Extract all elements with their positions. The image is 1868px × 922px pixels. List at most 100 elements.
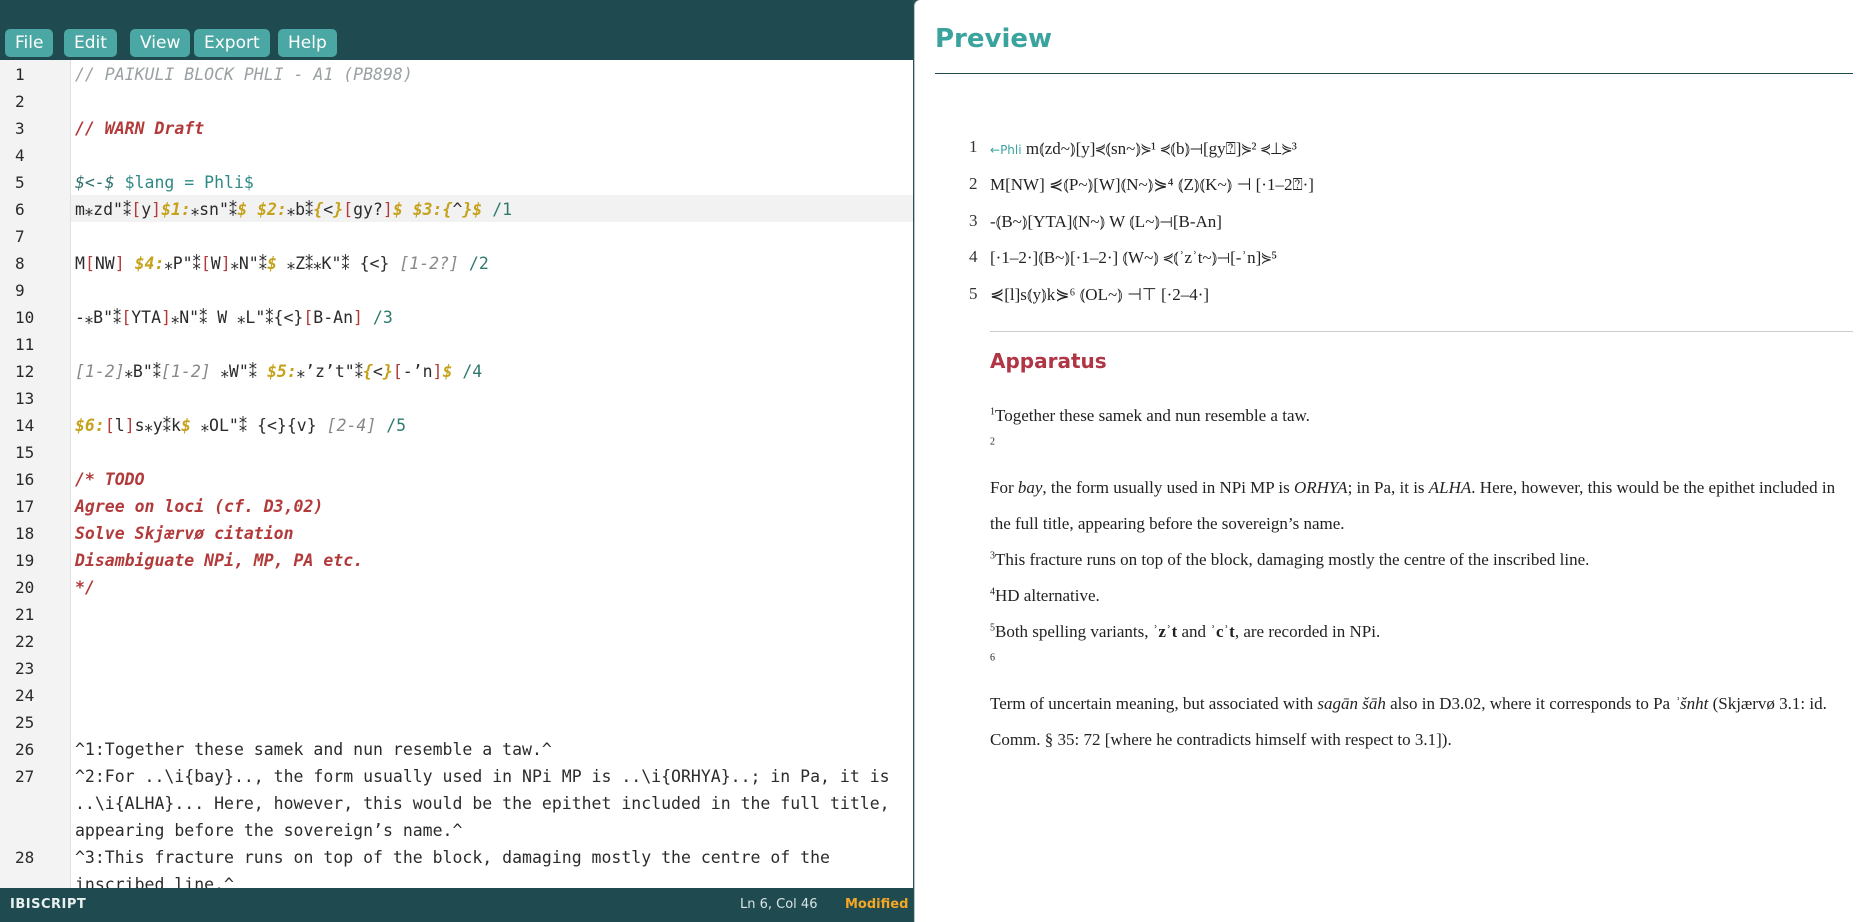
menu-view[interactable]: View: [130, 29, 191, 57]
code-line-6: m⁎zd"⁑[y]$1:⁎sn"⁑$ $2:⁎b⁑{<}[gy?]$ $3:{^…: [75, 200, 513, 219]
text-line-1: ←Phli m⦅zd~⦆[y]⋞⦅sn~⦆⋟¹ ⋞⦅b⦆⊣[gy⍰]⋟² ⋞⊥⋟…: [990, 139, 1297, 159]
code-line-5: $<-$ $lang = Phli$: [75, 169, 905, 196]
line-number: 9: [15, 281, 25, 300]
lang-tag: Phli: [1000, 143, 1022, 157]
line-number: 24: [15, 686, 35, 705]
code-line-12: [1-2]⁎B"⁑[1-2] ⁎W"⁑ $5:⁎’z’t"⁑{<}[-’n]$ …: [75, 362, 483, 381]
apparatus-note-6: Term of uncertain meaning, but associate…: [990, 686, 1853, 758]
line-number: 13: [15, 389, 35, 408]
text-line-3: -⦅B~⦆[YTA]⦅N~⦆ W ⦅L~⦆⊣[B-An]: [990, 212, 1222, 231]
apparatus-note-4: 4HD alternative.: [990, 578, 1853, 614]
code-line-16: /* TODO: [75, 470, 145, 489]
preview-title: Preview: [935, 24, 1053, 54]
code-token: $lang = Phli$: [114, 173, 254, 192]
arrow-left-icon: ←: [990, 143, 1001, 157]
cursor-position: Ln 6, Col 46: [740, 897, 818, 912]
line-number: 1: [15, 65, 25, 84]
text-line-content: m⦅zd~⦆[y]⋞⦅sn~⦆⋟¹ ⋞⦅b⦆⊣[gy⍰]⋟² ⋞⊥⋟³: [1025, 139, 1297, 158]
menu-help[interactable]: Help: [278, 29, 337, 57]
note-marker: 6: [990, 652, 995, 664]
line-number: 16: [15, 470, 35, 489]
line-number: 22: [15, 632, 35, 651]
line-number: 17: [15, 497, 35, 516]
note-text: ; in Pa, it is: [1347, 478, 1429, 497]
apparatus-heading: Apparatus: [990, 349, 1107, 373]
line-number: 3: [15, 119, 25, 138]
apparatus-note-3: 3This fracture runs on top of the block,…: [990, 542, 1853, 578]
menu-bar: File Edit View Export Help: [0, 0, 913, 61]
note-text: This fracture runs on top of the block, …: [995, 550, 1590, 569]
divider: [990, 331, 1853, 332]
line-number: 4: [15, 146, 25, 165]
line-number: 8: [15, 254, 25, 273]
code-line-20: */: [75, 578, 95, 597]
apparatus-note-6-marker: 6: [990, 644, 1853, 680]
note-term: ALHA: [1428, 478, 1472, 497]
line-number: 11: [15, 335, 35, 354]
line-number: 23: [15, 659, 35, 678]
code-line-8: M[NW] $4:⁎P"⁑[W]⁎N"⁑$ ⁎Z⁑⁎K"⁑ {<} [1-2?]…: [75, 254, 489, 273]
line-number: 10: [15, 308, 35, 327]
line-number: 15: [15, 443, 35, 462]
preview-pane: Preview 1 ←Phli m⦅zd~⦆[y]⋞⦅sn~⦆⋟¹ ⋞⦅b⦆⊣[…: [914, 0, 1868, 922]
note-text: and: [1177, 622, 1211, 641]
line-number: 18: [15, 524, 35, 543]
editor-pane: File Edit View Export Help 1 2 3 4 5 6 7…: [0, 0, 913, 922]
note-term: sagān šāh: [1317, 694, 1386, 713]
line-number: 7: [15, 227, 25, 246]
status-bar: IBISCRIPT Ln 6, Col 46 Modified: [0, 888, 913, 922]
menu-export[interactable]: Export: [194, 29, 270, 57]
code-editor[interactable]: 1 2 3 4 5 6 7 8 9 10 11 12 13 14 15 16 1…: [0, 60, 913, 888]
code-line-14: $6:[l]s⁎y⁑k$ ⁎OL"⁑ {<}{v} [2-4] /5: [75, 416, 407, 435]
app-name: IBISCRIPT: [10, 897, 87, 912]
text-line-number: 4: [969, 247, 978, 266]
text-line-5: ⋞[l]s⦅y⦆k⋟⁶ ⦅OL~⦆ ⊣⊤ [·2–4·]: [990, 285, 1210, 304]
text-line-2: M[NW] ⋞⦅P~⦆[W]⦅N~⦆⋟⁴ ⦅Z⦆⦅K~⦆ ⊣ [·1–2⍰·]: [990, 175, 1314, 194]
note-text: , the form usually used in NPi MP is: [1042, 478, 1294, 497]
code-line-1: // PAIKULI BLOCK PHLI - A1 (PB898): [75, 65, 413, 84]
divider: [935, 73, 1853, 74]
note-text: For: [990, 478, 1018, 497]
code-line-26: ^1:Together these samek and nun resemble…: [75, 740, 552, 759]
code-line-18: Solve Skjærvø citation: [75, 524, 294, 543]
menu-file[interactable]: File: [5, 29, 54, 57]
line-number: 5: [15, 173, 25, 192]
line-number: 26: [15, 740, 35, 759]
note-term: ʾzʾt: [1152, 622, 1178, 641]
note-text: HD alternative.: [995, 586, 1100, 605]
line-number: 14: [15, 416, 35, 435]
line-number: 28: [15, 848, 35, 867]
line-number: 27: [15, 767, 35, 786]
note-text: Together these samek and nun resemble a …: [995, 406, 1310, 425]
code-line-19: Disambiguate NPi, MP, PA etc.: [75, 551, 364, 570]
code-line-3: // WARN Draft: [75, 119, 205, 138]
modified-indicator: Modified: [845, 897, 909, 912]
line-number: 6: [15, 200, 25, 219]
text-line-number: 1: [969, 137, 978, 156]
apparatus-note-2-marker: 2: [990, 428, 1853, 464]
line-number: 20: [15, 578, 35, 597]
text-line-number: 5: [969, 284, 978, 303]
line-number: 21: [15, 605, 35, 624]
line-number: 25: [15, 713, 35, 732]
note-text: , are recorded in NPi.: [1234, 622, 1381, 641]
text-line-number: 2: [969, 174, 978, 193]
text-line-number: 3: [969, 211, 978, 230]
note-text: Both spelling variants,: [995, 622, 1153, 641]
note-term: ʾcʾt: [1210, 622, 1235, 641]
note-text: also in D3.02, where it corresponds to P…: [1385, 694, 1675, 713]
code-line-28: ^3:This fracture runs on top of the bloc…: [75, 848, 840, 888]
code-line-17: Agree on loci (cf. D3,02): [75, 497, 324, 516]
note-term: ORHYA: [1293, 478, 1348, 497]
apparatus-note-2: For bay, the form usually used in NPi MP…: [990, 470, 1853, 542]
line-number: 19: [15, 551, 35, 570]
menu-edit[interactable]: Edit: [64, 29, 117, 57]
line-number: 2: [15, 92, 25, 111]
text-line-4: [·1–2·]⦅B~⦆[·1–2·] ⦅W~⦆ ⋞⦅ʾzʾt~⦆⊣[-ʾn]⋟⁵: [990, 248, 1278, 267]
note-text: Term of uncertain meaning, but associate…: [990, 694, 1318, 713]
code-token: $<-$: [75, 173, 115, 192]
note-term: ʾšnht: [1674, 694, 1709, 713]
code-line-10: -⁎B"⁑[YTA]⁎N"⁑ W ⁎L"⁑{<}[B-An] /3: [75, 308, 393, 327]
note-term: bay: [1017, 478, 1043, 497]
line-number-gutter: 1 2 3 4 5 6 7 8 9 10 11 12 13 14 15 16 1…: [0, 60, 71, 888]
